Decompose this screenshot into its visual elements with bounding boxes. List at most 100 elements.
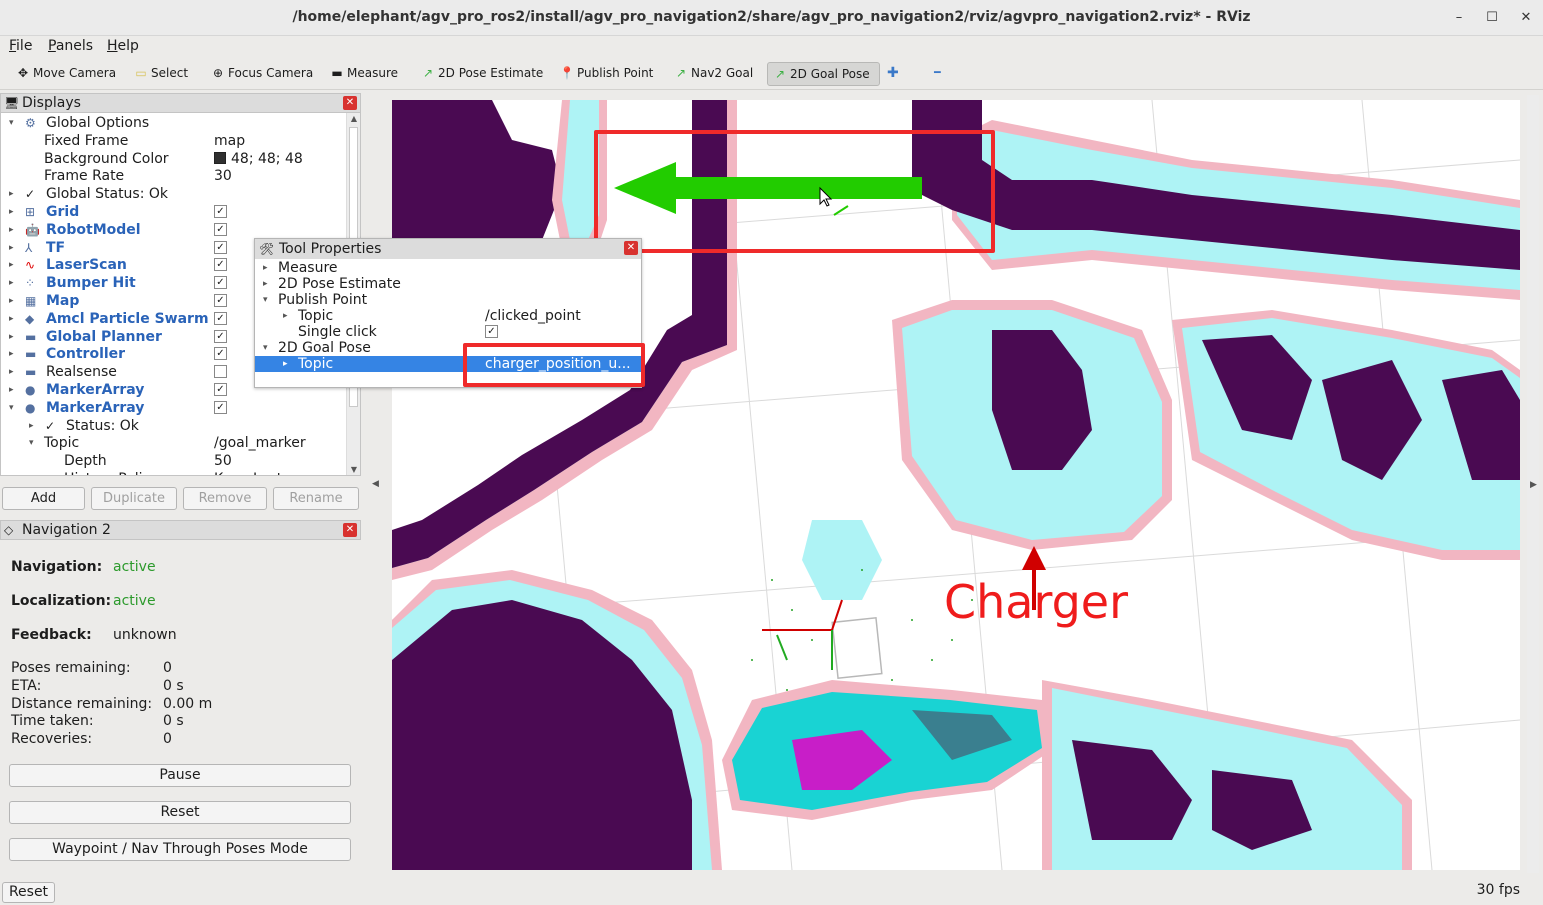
collapsed-arrow-icon[interactable]: ▸ <box>283 356 288 372</box>
tool-select[interactable]: ▭ Select <box>129 62 194 86</box>
nav-reset-button[interactable]: Reset <box>9 801 351 824</box>
display-row[interactable]: ▸ ✓ Status: Ok <box>1 417 346 435</box>
display-row[interactable]: ▾ ● MarkerArray ✓ <box>1 399 346 417</box>
tool-property-label: 2D Pose Estimate <box>278 276 401 292</box>
tool-publish-point[interactable]: 📍 Publish Point <box>555 62 659 86</box>
tool-2d-goal-pose[interactable]: ↗ 2D Goal Pose <box>767 62 880 86</box>
status-bar: Reset 30 fps <box>0 878 1543 905</box>
pause-button[interactable]: Pause <box>9 764 351 787</box>
collapsed-arrow-icon[interactable]: ▸ <box>9 274 14 292</box>
menu-help[interactable]: Help <box>107 38 139 54</box>
close-window-button[interactable]: ✕ <box>1515 8 1537 28</box>
tool-property-row[interactable]: ▸ 2D Pose Estimate <box>255 276 641 292</box>
remove-display-button[interactable]: Remove <box>183 487 267 510</box>
display-row[interactable]: ▸ 🤖 RobotModel ✓ <box>1 221 346 239</box>
display-value[interactable]: /goal_marker <box>214 434 306 452</box>
display-enabled-checkbox[interactable]: ✓ <box>214 311 227 325</box>
maximize-button[interactable]: ☐ <box>1481 8 1503 28</box>
collapsed-arrow-icon[interactable]: ▸ <box>9 256 14 274</box>
display-enabled-checkbox[interactable]: ✓ <box>214 400 227 414</box>
expanded-arrow-icon[interactable]: ▾ <box>9 114 14 132</box>
tool-focus-camera[interactable]: ⊕ Focus Camera <box>206 62 319 86</box>
tool-measure[interactable]: ▬ Measure <box>325 62 404 86</box>
collapsed-arrow-icon[interactable]: ▸ <box>9 363 14 381</box>
display-enabled-checkbox[interactable]: ✓ <box>214 276 227 290</box>
single-click-checkbox[interactable]: ✓ <box>485 325 498 338</box>
rename-display-button[interactable]: Rename <box>273 487 359 510</box>
remove-tool-button[interactable]: ━ <box>930 62 947 86</box>
display-enabled-checkbox[interactable]: ✓ <box>214 329 227 343</box>
tool-property-row[interactable]: ▸ Measure <box>255 260 641 276</box>
collapsed-arrow-icon[interactable]: ▸ <box>9 381 14 399</box>
menu-bar: File Panels Help <box>0 36 1543 58</box>
display-row[interactable]: History Policy Keep Last <box>1 470 346 475</box>
display-value[interactable]: 48; 48; 48 <box>214 150 303 168</box>
display-value[interactable]: map <box>214 132 245 150</box>
collapsed-arrow-icon[interactable]: ▸ <box>9 239 14 257</box>
tool-property-row[interactable]: ▾ Publish Point <box>255 292 641 308</box>
expanded-arrow-icon[interactable]: ▾ <box>263 292 268 308</box>
tool-property-row[interactable]: Single click ✓ <box>255 324 641 340</box>
menu-panels[interactable]: Panels <box>48 38 93 54</box>
collapsed-arrow-icon[interactable]: ▸ <box>9 203 14 221</box>
viewport-right-scroll[interactable]: ▶ <box>1527 95 1539 873</box>
add-display-button[interactable]: Add <box>2 487 85 510</box>
scroll-down-arrow-icon[interactable]: ▼ <box>347 465 360 474</box>
scroll-up-arrow-icon[interactable]: ▲ <box>347 114 360 123</box>
display-enabled-checkbox[interactable]: ✓ <box>214 347 227 361</box>
display-enabled-checkbox[interactable]: ✓ <box>214 222 227 236</box>
duplicate-display-button[interactable]: Duplicate <box>91 487 177 510</box>
collapsed-arrow-icon[interactable]: ▸ <box>263 260 268 276</box>
tool-nav2-goal[interactable]: ↗ Nav2 Goal <box>669 62 759 86</box>
collapsed-arrow-icon[interactable]: ▸ <box>9 310 14 328</box>
tool-property-row[interactable]: ▸ Topic/clicked_point <box>255 308 641 324</box>
collapse-right-arrow-icon[interactable]: ▶ <box>1530 480 1537 490</box>
display-enabled-checkbox[interactable]: ✓ <box>214 258 227 272</box>
display-row[interactable]: Depth 50 <box>1 452 346 470</box>
display-value[interactable]: 50 <box>214 452 232 470</box>
collapsed-arrow-icon[interactable]: ▸ <box>9 221 14 239</box>
display-row[interactable]: Fixed Frame map <box>1 132 346 150</box>
display-enabled-checkbox[interactable]: ✓ <box>214 294 227 307</box>
goal-pose-icon: ↗ <box>774 67 786 81</box>
collapsed-arrow-icon[interactable]: ▸ <box>29 417 34 435</box>
expanded-arrow-icon[interactable]: ▾ <box>29 434 34 452</box>
display-row[interactable]: ▾ Topic/goal_marker <box>1 434 346 452</box>
panel-splitter[interactable]: ◀ <box>362 92 390 877</box>
display-row[interactable]: ▸ ⊞ Grid ✓ <box>1 203 346 221</box>
close-tool-properties-button[interactable]: ✕ <box>624 241 638 255</box>
menu-file[interactable]: File <box>9 38 32 54</box>
display-enabled-checkbox[interactable]: ✓ <box>214 240 227 254</box>
expanded-arrow-icon[interactable]: ▾ <box>263 340 268 356</box>
display-value[interactable]: Keep Last <box>214 470 282 475</box>
collapsed-arrow-icon[interactable]: ▸ <box>9 292 14 310</box>
tool-property-label: Topic <box>298 308 334 324</box>
display-enabled-checkbox[interactable]: ✓ <box>214 383 227 396</box>
waypoint-mode-button[interactable]: Waypoint / Nav Through Poses Mode <box>9 838 351 861</box>
display-row[interactable]: ▾ ⚙ Global Options <box>1 114 346 132</box>
minimize-button[interactable]: – <box>1448 8 1470 28</box>
expanded-arrow-icon[interactable]: ▾ <box>9 399 14 417</box>
collapsed-arrow-icon[interactable]: ▸ <box>9 345 14 363</box>
display-value[interactable]: 30 <box>214 167 232 185</box>
close-navigation-button[interactable]: ✕ <box>343 523 357 537</box>
tool-property-value[interactable]: /clicked_point <box>485 308 581 324</box>
display-row[interactable]: Frame Rate 30 <box>1 167 346 185</box>
display-row[interactable]: Background Color 48; 48; 48 <box>1 150 346 168</box>
tool-label: 2D Goal Pose <box>790 67 870 81</box>
close-displays-button[interactable]: ✕ <box>343 96 357 110</box>
tool-2d-pose-estimate[interactable]: ↗ 2D Pose Estimate <box>416 62 549 86</box>
tool-move-camera[interactable]: ✥ Move Camera <box>11 62 122 86</box>
collapsed-arrow-icon[interactable]: ▸ <box>283 308 288 324</box>
collapsed-arrow-icon[interactable]: ▸ <box>263 276 268 292</box>
display-enabled-checkbox[interactable] <box>214 365 227 379</box>
collapsed-arrow-icon[interactable]: ▸ <box>9 328 14 346</box>
color-swatch[interactable] <box>214 151 226 164</box>
add-tool-button[interactable]: ✚ <box>883 62 905 86</box>
display-enabled-checkbox[interactable]: ✓ <box>214 205 227 218</box>
title-bar: /home/elephant/agv_pro_ros2/install/agv_… <box>0 0 1543 36</box>
display-row[interactable]: ▸ ✓ Global Status: Ok <box>1 185 346 203</box>
collapse-left-arrow-icon[interactable]: ◀ <box>372 479 379 489</box>
reset-view-button[interactable]: Reset <box>2 882 55 903</box>
collapsed-arrow-icon[interactable]: ▸ <box>9 185 14 203</box>
